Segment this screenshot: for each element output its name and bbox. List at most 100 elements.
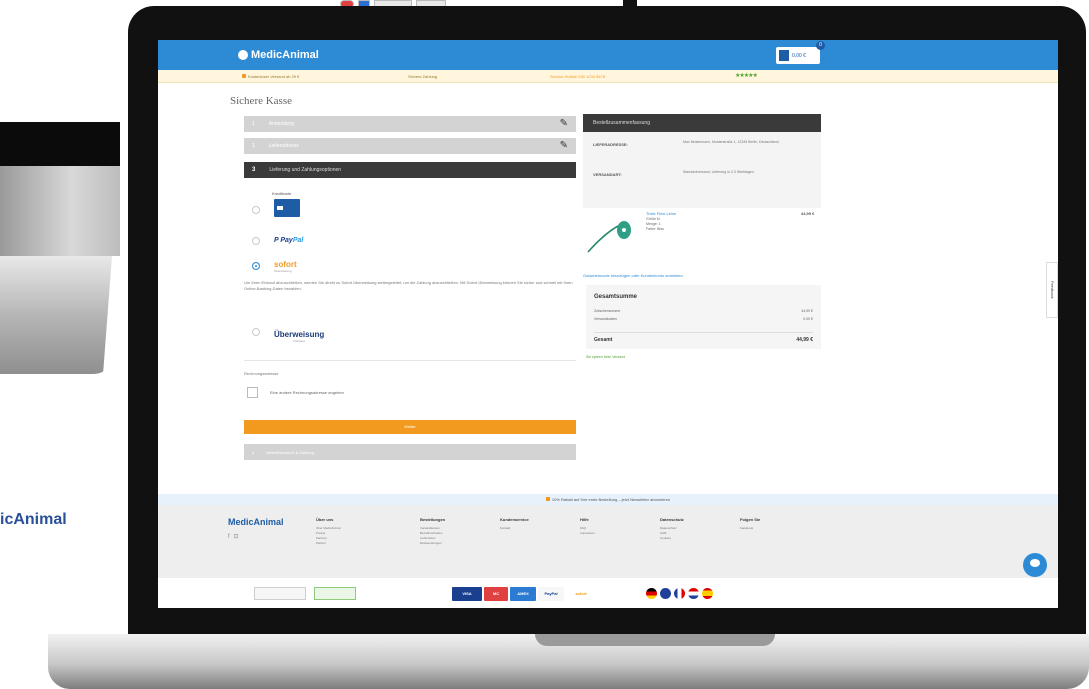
- rating-stars: ★★★★★: [735, 73, 758, 79]
- shipping-method-value: Standardversand, Lieferung in 2-3 Werkta…: [683, 170, 754, 174]
- continue-button[interactable]: Weiter: [244, 420, 576, 434]
- background-monitor-body: [0, 166, 120, 256]
- subtotal-value: 44,99 €: [801, 309, 813, 313]
- totals-heading: Gesamtsumme: [594, 294, 638, 300]
- sofort-text: sofort: [274, 260, 297, 269]
- footer-column-heading: Datenschutz: [660, 517, 684, 522]
- footer-column-heading: Kundenservice: [500, 517, 529, 522]
- flag-netherlands-icon[interactable]: [688, 588, 699, 599]
- screen-bottom-bezel: [158, 608, 1058, 625]
- info-item-hotline: Service-Hotline 030 1234 5678: [550, 74, 605, 79]
- info-dot-icon: [242, 74, 246, 78]
- paypal-logo: P PayPal: [274, 237, 304, 244]
- ueberweisung-subtext: Vorkasse: [292, 339, 306, 343]
- shipping-savings-note: Sie sparen beim Versand: [586, 355, 626, 359]
- footer-link[interactable]: Impressum: [580, 531, 595, 536]
- background-monitor-screen: [0, 122, 120, 166]
- step-label: Lieferadresse: [268, 143, 300, 149]
- edit-pencil-icon[interactable]: ✎: [560, 140, 568, 151]
- page-title: Sichere Kasse: [230, 95, 293, 107]
- different-billing-checkbox[interactable]: [247, 387, 258, 398]
- footer-column-help: Hilfe FAQ Impressum: [580, 517, 595, 536]
- site-logo[interactable]: MedicAnimal: [238, 49, 319, 61]
- chat-bubble-icon[interactable]: [1023, 553, 1047, 577]
- ueberweisung-logo: Überweisung Vorkasse: [274, 330, 324, 343]
- delivery-address-value: Max Mustermann, Musterstraße 1, 12345 Be…: [683, 140, 779, 144]
- step-label: Bestellübersicht & Zahlung: [266, 449, 314, 455]
- radio-paypal[interactable]: [252, 237, 260, 245]
- info-item-secure: Sichere Zahlung: [408, 74, 438, 79]
- sofort-logo: sofort Überweisung: [274, 260, 297, 273]
- site-header: MedicAnimal 0,00 € 0: [158, 40, 1058, 70]
- trust-and-payment-logos: VISA MC AMEX PayPal sofort: [158, 578, 1058, 608]
- footer-column-heading: Folgen Sie: [740, 517, 761, 522]
- product-price: 44,99 €: [801, 211, 815, 216]
- step-delivery-payment: 3 Lieferung und Zahlungsoptionen: [244, 162, 576, 178]
- visa-logo: VISA: [452, 587, 482, 601]
- product-meta: Größe M Menge: 1 Farbe: Blau: [646, 217, 665, 231]
- different-billing-label[interactable]: Eine andere Rechnungsadresse angeben: [270, 390, 344, 395]
- coupon-link[interactable]: Gutscheincode hinzufügen oder Kundenkont…: [583, 273, 683, 278]
- footer-link[interactable]: Cookies: [660, 536, 684, 541]
- flag-germany-icon[interactable]: [646, 588, 657, 599]
- step-address[interactable]: 1 Lieferadresse ✎: [244, 138, 576, 154]
- background-monitor-stand: [0, 256, 112, 374]
- radio-sofort[interactable]: [252, 262, 260, 270]
- footer-column-service: Kundenservice Kontakt: [500, 517, 529, 531]
- radio-ueberweisung[interactable]: [252, 328, 260, 336]
- footer-link[interactable]: Partner: [316, 541, 341, 546]
- edit-pencil-icon[interactable]: ✎: [560, 118, 568, 129]
- delivery-address-key: LIEFERADRESSE:: [593, 142, 628, 147]
- cart-button[interactable]: 0,00 € 0: [776, 41, 825, 64]
- step-number: 1: [252, 121, 255, 127]
- step-number: 4: [252, 449, 255, 455]
- footer-logo[interactable]: MedicAnimal: [228, 517, 284, 527]
- cart-amount: 0,00 €: [792, 52, 806, 59]
- billing-address-label: Rechnungsadresse: [244, 371, 279, 376]
- cart-count-badge: 0: [816, 41, 825, 50]
- totals-divider: [594, 332, 813, 333]
- step-number: 1: [252, 143, 255, 149]
- promo-banner[interactable]: 10% Rabatt auf Ihre erste Bestellung – j…: [158, 494, 1058, 505]
- grand-total-value: 44,99 €: [796, 337, 813, 343]
- site-footer: MedicAnimal f ⊡ Über uns Über MedicAnima…: [158, 505, 1058, 578]
- trust-badge-pharmacy: [314, 587, 356, 600]
- background-brand-text: icAnimal: [0, 511, 67, 528]
- paypal-pay-text: Pay: [280, 237, 293, 244]
- footer-column-heading: Über uns: [316, 517, 334, 522]
- paypal-small-logo: PayPal: [538, 587, 564, 601]
- product-name[interactable]: Trixie Flexi-Leine: [646, 211, 676, 216]
- amex-logo: AMEX: [510, 587, 536, 601]
- step-label: Anmeldung: [268, 121, 295, 127]
- flag-spain-icon[interactable]: [702, 588, 713, 599]
- summary-heading: Bestellzusammenfassung: [583, 114, 821, 132]
- footer-social-icons[interactable]: f ⊡: [228, 533, 239, 540]
- footer-link[interactable]: Facebook: [740, 526, 760, 531]
- trust-badge-1: [254, 587, 306, 600]
- ueberweisung-text: Überweisung: [274, 330, 325, 339]
- info-bar: Kostenloser Versand ab 29 € Sichere Zahl…: [158, 70, 1058, 83]
- laptop-notch: [535, 634, 775, 646]
- shipping-method-key: VERSANDART:: [593, 172, 622, 177]
- footer-link[interactable]: Rücksendungen: [420, 541, 445, 546]
- step-login[interactable]: 1 Anmeldung ✎: [244, 116, 576, 132]
- subtotal-label: Zwischensumme: [594, 309, 621, 313]
- sofort-subtext: Überweisung: [274, 269, 292, 273]
- sofort-small-logo: sofort: [568, 587, 594, 601]
- shipping-cost-label: Versandkosten: [594, 317, 618, 321]
- product-leash-image: [587, 221, 631, 253]
- footer-column-heading: Hilfe: [580, 517, 589, 522]
- footer-column-heading: Bestellungen: [420, 517, 446, 522]
- radio-creditcard[interactable]: [252, 206, 260, 214]
- flag-uk-icon[interactable]: [660, 588, 671, 599]
- footer-link[interactable]: Kontakt: [500, 526, 529, 531]
- summary-box: LIEFERADRESSE: Max Mustermann, Musterstr…: [583, 132, 821, 208]
- site-logo-text: MedicAnimal: [251, 49, 319, 61]
- flag-france-icon[interactable]: [674, 588, 685, 599]
- shipping-cost-value: 0,00 €: [803, 317, 813, 321]
- sofort-description: Um Ihren Einkauf abzuschließen, werden S…: [244, 280, 573, 291]
- totals-box: Gesamtsumme Zwischensumme 44,99 € Versan…: [586, 285, 821, 349]
- feedback-side-tab[interactable]: Feedback: [1046, 262, 1058, 318]
- credit-card-icon: [274, 199, 300, 217]
- info-item-shipping-text: Kostenloser Versand ab 29 €: [248, 74, 300, 79]
